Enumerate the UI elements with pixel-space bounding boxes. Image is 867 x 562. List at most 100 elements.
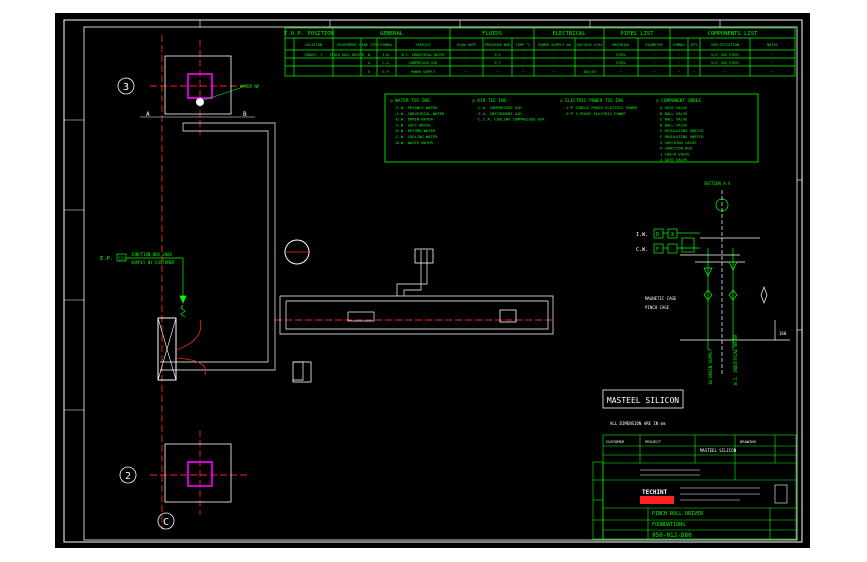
table-cell: A: [368, 61, 370, 65]
table-column-header: SYMBOL: [673, 43, 686, 47]
table-column-header: PRESSURE BAR: [485, 43, 512, 47]
company-logo: TECHINT: [642, 489, 668, 496]
table-column-header: QTY: [691, 43, 698, 47]
legend-components-title: ◎ COMPONENT INDEX: [656, 98, 701, 104]
table-cell: C.A.: [382, 61, 390, 65]
legend-water-line: -P.W. POTABLE WATER: [394, 105, 438, 110]
table-cell: ~: [522, 70, 524, 74]
dim-label-a: A: [146, 111, 150, 118]
legend-electric-title: ◎ ELECTRIC POWER TIE INS: [560, 98, 624, 104]
legend-components-line: I CHECK VALVE: [660, 151, 690, 156]
legend-components-line: E REGULATING SWITCH: [660, 128, 704, 133]
cw-label: C.W.: [636, 247, 648, 253]
ep-note-2: SUPPLY BY CUSTOMER: [131, 260, 175, 265]
table-cell: W.I. INDUSTRIAL WATER: [402, 53, 446, 57]
table-column-header: TEMP °C: [515, 43, 530, 47]
legend-components-line: J GATE VALVE: [660, 157, 688, 162]
dim-label-b: B: [243, 111, 247, 118]
table-cell: ~: [522, 61, 524, 65]
legend-components-line: H JUNCTION BOX: [660, 146, 693, 151]
brand-label: MASTEEL SILICON: [607, 396, 679, 405]
iw-label: I.W.: [636, 232, 648, 238]
table-column-header: SPECIFICATION: [711, 43, 739, 47]
legend-components-line: G CHECKING VALVE: [660, 140, 697, 145]
table-group-header: GENERAL: [380, 31, 404, 37]
table-cell: ~: [588, 61, 590, 65]
table-cell: ~: [771, 70, 773, 74]
legend-components-line: F REGULATING SWITCH: [660, 134, 704, 139]
table-cell: ~: [653, 53, 655, 57]
table-column-header: SERVICE: [415, 43, 430, 47]
table-column-header: POWER SUPPLY kW: [538, 43, 571, 47]
table-cell: ~: [693, 53, 695, 57]
table-cell: ~: [465, 70, 467, 74]
table-cell: ~: [678, 61, 680, 65]
legend-water-line: -S.W. SOFT WATER: [394, 122, 431, 127]
legend-components-line: B BALL VALVE: [660, 111, 688, 116]
table-cell: ~: [771, 53, 773, 57]
legend-water-line: -C.W. COOLING WATER: [394, 134, 438, 139]
legend-water-line: -D.W. DRAIN WATER: [394, 117, 434, 122]
table-cell: POWER SUPPLY: [411, 70, 436, 74]
table-cell: STEEL: [616, 53, 626, 57]
table-cell: PINCH ROLL DRIVER: [330, 53, 366, 57]
legend-water-title: ◎ WATER TIE INS: [390, 98, 430, 104]
table-cell: ~: [620, 70, 622, 74]
table-cell: 3/4" GAS STEEL: [711, 53, 740, 57]
table-column-header: LOCATION: [305, 43, 322, 47]
logo-red-bar: [640, 496, 674, 504]
table-cell: ~: [678, 53, 680, 57]
magnetic-cage-label: MAGNETIC CAGE: [645, 296, 677, 301]
legend-air-line: -C.A. COMPRESSED AIR: [476, 105, 522, 110]
tag-f: F: [656, 247, 659, 253]
section-title: SECTION A-A: [704, 181, 731, 186]
vertical-label-1: IW DRAIN SUPPLY: [708, 348, 713, 385]
table-cell: ~: [724, 70, 726, 74]
table-cell: E.P.: [382, 70, 390, 74]
table-cell: ~: [678, 70, 680, 74]
table-cell: ~: [553, 53, 555, 57]
table-cell: ~: [693, 70, 695, 74]
table-column-header: LINE ITEM: [359, 43, 379, 47]
title-line-1: PINCH ROLL DRIVER: [652, 511, 704, 517]
legend-components-line: C BALL VALVE: [660, 117, 688, 122]
table-column-header: MATERIAL: [612, 43, 629, 47]
table-cell: STEEL: [616, 61, 626, 65]
vertical-label-2: W.I. INDUSTRIAL WATER: [733, 334, 738, 385]
legend-air-line: -C.C.A. COOLING COMPRESSED AIR: [476, 117, 545, 122]
title-line-2: FOUNDATIONS: [652, 522, 685, 528]
table-cell: ~: [771, 61, 773, 65]
table-cell: ~: [653, 61, 655, 65]
water-point-icon: [196, 98, 204, 106]
table-column-header: SYMBOL: [380, 43, 393, 47]
axis-label-3: 3: [123, 82, 129, 93]
table-group-header: ELECTRICAL: [552, 31, 586, 37]
axis-label-c: C: [163, 517, 169, 528]
legend-water-line: -R.W. RETURN WATER: [394, 128, 436, 133]
table-cell: ~: [553, 70, 555, 74]
table-cell: ~: [693, 61, 695, 65]
table-cell: ~: [496, 70, 498, 74]
legend-electric-line: -3~P 3-PHASE ELECTRIC POWER: [564, 111, 626, 116]
table-cell: ~: [653, 70, 655, 74]
legend-electric-line: -1~P SINGLE PHASE ELECTRIC POWER: [564, 105, 638, 110]
dim-h-label: 160: [779, 331, 787, 336]
ep-note: JUNCTION BOX 380V: [131, 252, 173, 257]
table-cell: ~: [465, 53, 467, 57]
tag-d: D: [656, 232, 659, 238]
table-column-header: DIAMETER: [645, 43, 663, 47]
table-cell: 3~5: [494, 53, 500, 57]
table-cell: ~: [522, 53, 524, 57]
legend-components-line: A GATE VALVE: [660, 105, 688, 110]
legend-air-title: ◎ AIR TIE INS: [472, 98, 507, 104]
tb-customer: CUSTOMER: [606, 439, 625, 444]
pinch-cage-label: PINCH CAGE: [645, 305, 670, 310]
table-group-header: PIPES LIST: [620, 31, 654, 37]
table-group-header: FLUIDS: [482, 31, 502, 37]
project-name: MASTEEL SILICON: [700, 448, 737, 453]
table-cell: ~: [465, 61, 467, 65]
table-cell: 5~7: [494, 61, 500, 65]
table-cell: 380/50: [583, 70, 595, 74]
tb-project: PROJECT: [645, 439, 662, 444]
table-column-header: NOTES: [767, 43, 778, 47]
